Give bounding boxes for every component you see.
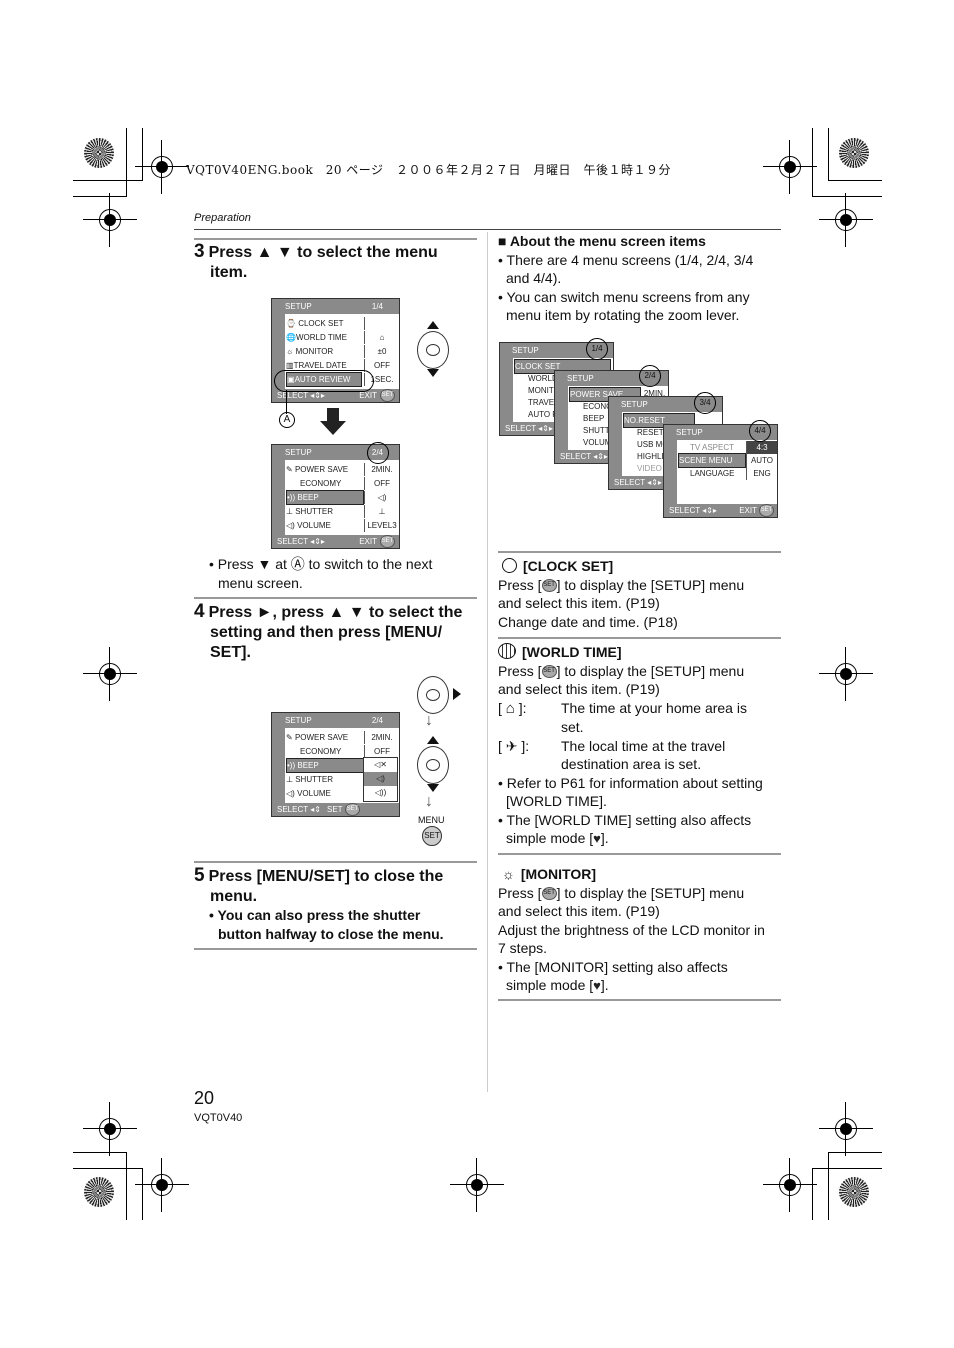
monitor-rule [498,853,781,855]
crop-mark [828,1152,829,1220]
registration-target-icon [135,1158,189,1212]
step3-note: • Press ▼ at Ⓐ to switch to the next men… [209,556,433,591]
up-arrow-icon [427,321,439,329]
menu-set-button-icon: SET [422,826,442,846]
registration-target-icon [83,647,137,701]
crop-mark [812,128,813,196]
registration-target-icon [819,1102,873,1156]
big-down-arrow-head [320,421,346,435]
menu-item-clock-set: ⌚ CLOCK SET [286,319,344,328]
step5-heading: 5 Press [MENU/SET] to close the menu. [194,865,444,906]
beep-options-popup: ◁✕ ◁) ◁)) [363,757,398,802]
header-rule [194,229,781,230]
model-code: VQT0V40 [194,1112,243,1124]
globe-icon [498,643,516,659]
menu-set-icon: SET [541,579,557,593]
crop-mark [73,196,127,197]
clock-set-section: [CLOCK SET] Press [SET] to display the [… [498,558,745,630]
flow-arrow-icon: ↓ [425,793,433,810]
world-time-rule [498,637,781,639]
callout-ellipse [274,370,374,392]
heart-icon: ♥ [593,978,601,993]
page-indicator-circle: 1/4 [586,338,608,360]
crop-mark [126,1152,127,1220]
registration-target-icon [763,140,817,194]
lcd-setup-screen-3: SETUP 2/4 ✎ POWER SAVE 2MIN. ECONOMY OFF … [271,712,400,817]
crop-mark [73,1152,127,1153]
right-arrow-icon [453,688,461,700]
step-number: 3 [194,241,205,262]
column-divider [487,232,488,1092]
flow-arrow-icon: ↓ [425,712,433,729]
crop-mark [812,1168,813,1220]
page-indicator-circle [367,442,389,464]
page-indicator-circle: 4/4 [749,420,771,442]
crop-mark [142,128,143,180]
menu-set-icon: SET [541,665,557,679]
step3-heading: 3 Press ▲ ▼ to select the menu item. [194,241,438,282]
up-arrow-icon [427,736,439,744]
crop-mark [812,196,882,197]
step4-heading: 4 Press ►, press ▲ ▼ to select the settin… [194,601,463,662]
world-time-section: [WORLD TIME] Press [SET] to display the … [498,643,783,849]
big-down-arrow-icon [327,408,339,422]
registration-target-icon [135,140,189,194]
callout-label-a: A [279,412,295,428]
down-arrow-icon [427,784,439,792]
down-arrow-icon [427,369,439,377]
dpad-icon [417,676,449,714]
book-info-line: VQT0V40ENG.book 20 ページ ２００６年２月２７日 月曜日 午後… [186,163,672,177]
menu-item-monitor: ☼ MONITOR [286,347,334,356]
callout-line [286,390,287,414]
registration-sunburst-icon [84,1177,114,1207]
section-label: Preparation [194,212,251,224]
crop-mark [126,128,127,196]
clock-set-rule [498,551,781,553]
menu-label: MENU [418,815,445,825]
menu-item-world-time: 🌐WORLD TIME [286,333,347,342]
crop-mark [828,180,882,181]
registration-target-icon [83,193,137,247]
registration-sunburst-icon [839,1177,869,1207]
registration-target-icon [763,1158,817,1212]
registration-sunburst-icon [84,138,114,168]
step5-bottom-rule [194,948,477,950]
step5-note: • You can also press the shutter button … [209,907,444,942]
home-icon: ⌂ [505,699,515,717]
registration-target-icon [450,1158,504,1212]
page-indicator-circle: 2/4 [639,365,661,387]
monitor-bottom-rule [498,999,781,1001]
dpad-icon [417,331,449,369]
crop-mark [142,1168,143,1220]
about-section: ■ About the menu screen items • There ar… [498,233,754,323]
registration-target-icon [83,1102,137,1156]
step4-rule [194,597,477,599]
crop-mark [73,180,143,181]
step5-rule [194,861,477,863]
heart-icon: ♥ [593,831,601,846]
registration-target-icon [819,193,873,247]
registration-target-icon [819,647,873,701]
airplane-icon: ✈ [505,737,518,754]
step3-rule [194,238,477,240]
crop-mark [73,1168,143,1169]
crop-mark [828,128,829,180]
crop-mark [812,1168,882,1169]
clock-icon [502,558,517,573]
registration-sunburst-icon [839,138,869,168]
page-indicator-circle: 3/4 [694,392,716,414]
page-number: 20 [194,1088,215,1108]
dpad-icon [417,746,449,784]
crop-mark [828,1152,882,1153]
menu-set-icon: SET [541,887,557,901]
sun-brightness-icon: ☼ [502,866,515,882]
monitor-section: ☼ [MONITOR] Press [SET] to display the [S… [498,865,783,996]
